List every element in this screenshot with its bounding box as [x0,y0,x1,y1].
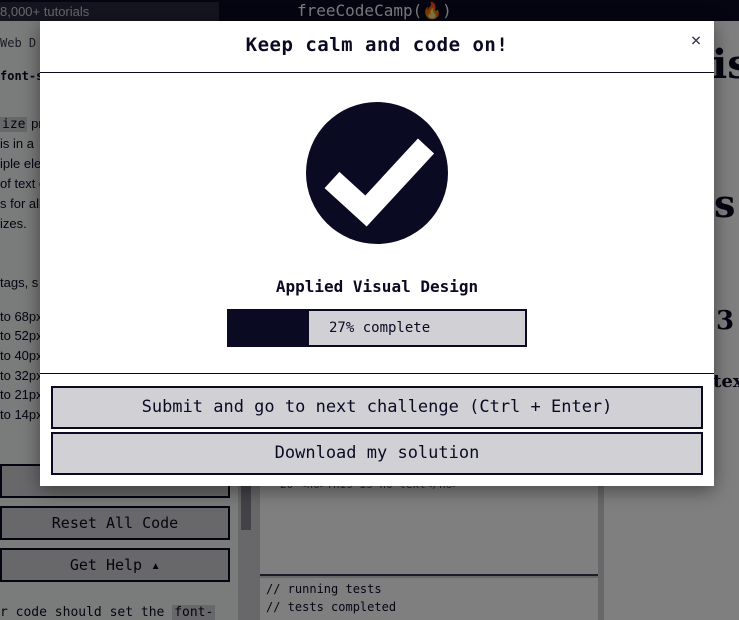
certification-title: Applied Visual Design [275,277,479,296]
modal-title: Keep calm and code on! [245,34,509,56]
download-solution-button[interactable]: Download my solution [51,432,703,475]
progress-fill [229,311,309,345]
completion-modal: Keep calm and code on! × Applied Visual … [40,21,714,486]
modal-header: Keep calm and code on! × [40,21,714,73]
check-icon [306,102,448,244]
progress-label: 27% complete [329,320,431,336]
submit-next-button[interactable]: Submit and go to next challenge (Ctrl + … [51,386,703,429]
check-mark-svg [324,138,435,227]
progress-bar: 27% complete [227,309,527,347]
modal-footer: Submit and go to next challenge (Ctrl + … [40,373,714,486]
close-button[interactable]: × [686,30,706,52]
